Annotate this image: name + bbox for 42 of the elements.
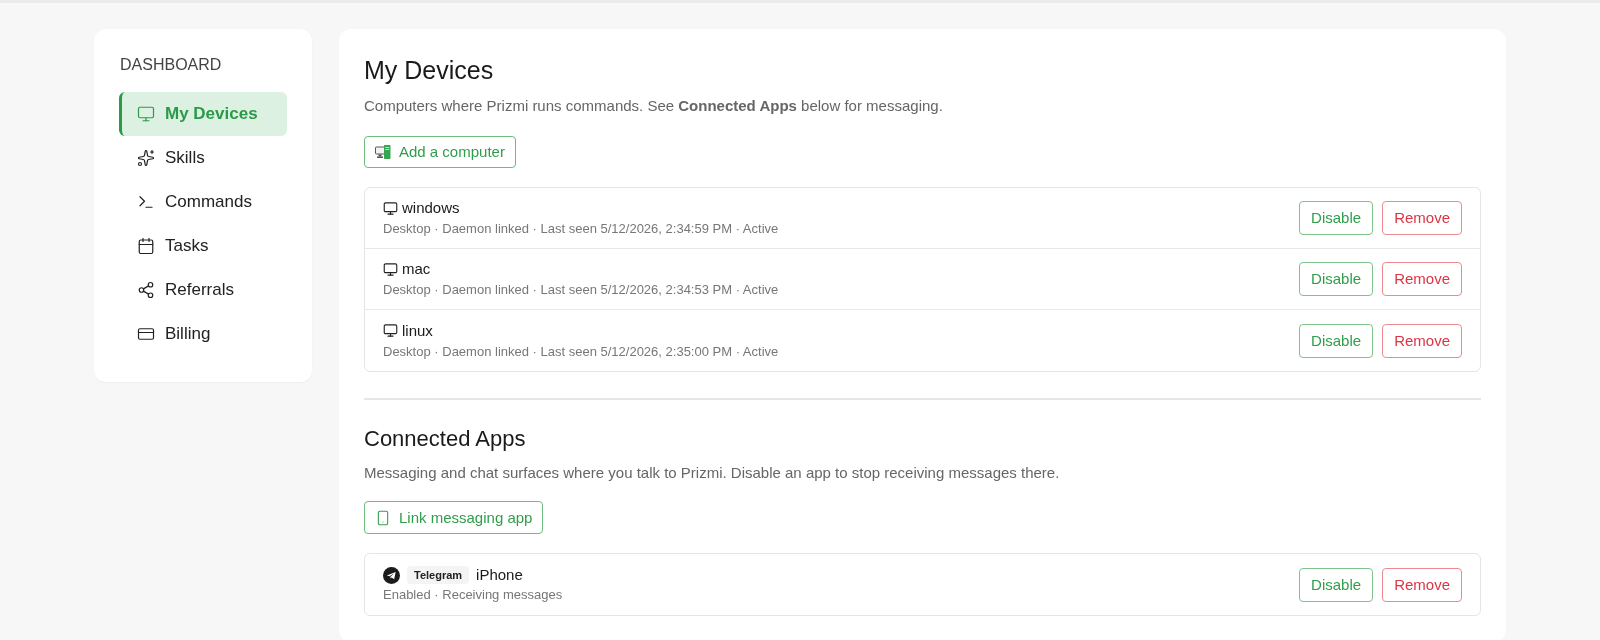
- device-name: mac: [402, 259, 431, 279]
- sidebar-item[interactable]: My Devices: [119, 92, 287, 136]
- sidebar-item[interactable]: Billing: [119, 312, 287, 356]
- sidebar-item[interactable]: Tasks: [119, 224, 287, 268]
- phone-icon: [375, 509, 391, 526]
- disable-button[interactable]: Disable: [1299, 201, 1374, 235]
- share-icon: [137, 281, 155, 299]
- remove-button[interactable]: Remove: [1382, 262, 1462, 296]
- monitor-icon: [383, 200, 398, 216]
- sidebar-heading: DASHBOARD: [119, 55, 223, 75]
- remove-button[interactable]: Remove: [1382, 201, 1462, 235]
- remove-button[interactable]: Remove: [1382, 567, 1462, 602]
- calendar-icon: [137, 237, 155, 255]
- disable-button[interactable]: Disable: [1299, 323, 1374, 358]
- paper-plane-icon: [383, 566, 400, 584]
- sidebar-item[interactable]: Commands: [119, 180, 287, 224]
- remove-button[interactable]: Remove: [1382, 323, 1462, 358]
- terminal-icon: [137, 193, 155, 211]
- sparkle-icon: [137, 149, 155, 167]
- monitor-icon: [383, 261, 398, 277]
- section-description: Messaging and chat surfaces where you talk to Prizmi. Disable an app to stop receiving messages there.: [364, 463, 1061, 483]
- disable-button[interactable]: Disable: [1299, 567, 1374, 602]
- monitor-icon: [137, 105, 155, 123]
- service-tag: Telegram: [407, 566, 470, 584]
- device-name: windows: [402, 198, 460, 218]
- section-title: Connected Apps: [364, 425, 527, 453]
- sidebar-item[interactable]: Referrals: [119, 268, 287, 312]
- section-description: Computers where Prizmi runs commands. See Connected Apps below for messaging.: [364, 96, 944, 116]
- section-title: My Devices: [364, 55, 495, 85]
- sidebar-item[interactable]: Skills: [119, 136, 287, 180]
- device-details: Desktop · Daemon linked · Last seen 5/12/2026, 2:35:00 PM · Active: [383, 342, 779, 361]
- device-details: Desktop · Daemon linked · Last seen 5/12/2026, 2:34:53 PM · Active: [383, 281, 779, 299]
- app-name: iPhone: [476, 565, 523, 585]
- app-details: Enabled · Receiving messages: [383, 586, 563, 604]
- computer-icon: [375, 144, 391, 160]
- link-app-button[interactable]: Link messaging app: [364, 501, 544, 534]
- credit-card-icon: [137, 325, 155, 343]
- device-name: linux: [402, 320, 433, 341]
- monitor-icon: [383, 323, 398, 338]
- disable-button[interactable]: Disable: [1299, 262, 1374, 296]
- device-details: Desktop · Daemon linked · Last seen 5/12/2026, 2:34:59 PM · Active: [383, 220, 779, 238]
- add-computer-button[interactable]: Add a computer: [364, 136, 516, 168]
